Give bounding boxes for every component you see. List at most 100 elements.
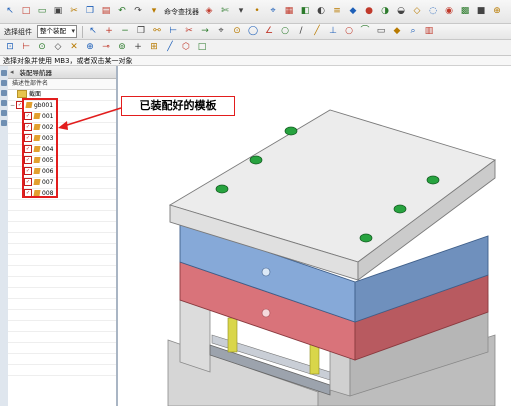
resource-tab-icon[interactable] bbox=[1, 70, 7, 76]
square-icon[interactable]: □ bbox=[195, 41, 209, 55]
arrow-icon[interactable]: → bbox=[198, 25, 212, 39]
trash-icon[interactable]: ▥ bbox=[422, 25, 436, 39]
chevron-down-icon[interactable]: ▾ bbox=[147, 5, 161, 19]
save-icon[interactable]: ▣ bbox=[51, 5, 65, 19]
contrast-icon[interactable]: ◑ bbox=[378, 5, 392, 19]
resource-tab-icon[interactable] bbox=[1, 80, 7, 86]
selection-filter-label: 选择组件 bbox=[4, 27, 32, 36]
empty-tree-row bbox=[8, 321, 116, 332]
intersection-icon[interactable]: ✕ bbox=[67, 41, 81, 55]
render-icon[interactable]: ◐ bbox=[314, 5, 328, 19]
midpoint-icon[interactable]: ⊢ bbox=[19, 41, 33, 55]
copy-icon[interactable]: ❐ bbox=[134, 25, 148, 39]
empty-tree-row bbox=[8, 266, 116, 277]
bounded-icon[interactable]: ⊞ bbox=[147, 41, 161, 55]
new-file-icon[interactable]: □ bbox=[19, 5, 33, 19]
support-block-left bbox=[179, 299, 211, 373]
box-icon[interactable]: ■ bbox=[474, 5, 488, 19]
empty-tree-row bbox=[8, 354, 116, 365]
zoom-icon[interactable]: ⊕ bbox=[490, 5, 504, 19]
navigator-title: 装配导航器 bbox=[19, 69, 53, 77]
pin-icon[interactable]: ⌕ bbox=[406, 25, 420, 39]
tangent-icon[interactable]: ⌒ bbox=[358, 25, 372, 39]
pin-icon[interactable]: ◂ bbox=[10, 68, 14, 76]
toolbar-separator bbox=[82, 25, 83, 38]
select-icon[interactable]: ↖ bbox=[86, 25, 100, 39]
polygon-icon[interactable]: ⬡ bbox=[179, 41, 193, 55]
cut-icon[interactable]: ✂ bbox=[67, 5, 81, 19]
wire-icon[interactable]: ◇ bbox=[410, 5, 424, 19]
circle-icon[interactable]: ○ bbox=[278, 25, 292, 39]
resource-tab-icon[interactable] bbox=[1, 100, 7, 106]
resource-tab-icon[interactable] bbox=[1, 90, 7, 96]
line-icon[interactable]: ╱ bbox=[163, 41, 177, 55]
screw-icon bbox=[249, 155, 263, 165]
angle-icon[interactable]: ∠ bbox=[262, 25, 276, 39]
slash-icon[interactable]: / bbox=[294, 25, 308, 39]
snap-icon[interactable]: ⌖ bbox=[266, 5, 280, 19]
command-finder-label[interactable]: 命令查找器 bbox=[164, 7, 199, 17]
mold-model bbox=[167, 109, 496, 407]
guide-hole bbox=[261, 267, 271, 277]
show-icon[interactable]: ◉ bbox=[442, 5, 456, 19]
empty-tree-row bbox=[8, 277, 116, 288]
empty-tree-row bbox=[8, 310, 116, 321]
line-icon[interactable]: ╱ bbox=[310, 25, 324, 39]
resource-tab-icon[interactable] bbox=[1, 110, 7, 116]
tree-row-label: 截面 bbox=[29, 91, 42, 98]
graphics-viewport[interactable] bbox=[118, 66, 511, 407]
view-icon[interactable]: ◧ bbox=[298, 5, 312, 19]
grid-icon[interactable]: ▦ bbox=[282, 5, 296, 19]
cube-icon[interactable]: ◆ bbox=[390, 25, 404, 39]
undo-icon[interactable]: ↶ bbox=[115, 5, 129, 19]
empty-tree-row bbox=[8, 332, 116, 343]
hide-icon[interactable]: ◌ bbox=[426, 5, 440, 19]
layer-icon[interactable]: ≡ bbox=[330, 5, 344, 19]
existing-point-icon[interactable]: + bbox=[131, 41, 145, 55]
arrow-cursor-icon[interactable]: ↖ bbox=[3, 5, 17, 19]
redo-icon[interactable]: ↷ bbox=[131, 5, 145, 19]
shade-icon[interactable]: ◒ bbox=[394, 5, 408, 19]
paste-icon[interactable]: ▤ bbox=[99, 5, 113, 19]
empty-tree-row bbox=[8, 255, 116, 266]
open-folder-icon[interactable]: ▭ bbox=[35, 5, 49, 19]
arc-center-icon[interactable]: ⊕ bbox=[83, 41, 97, 55]
lasso-icon[interactable]: ◯ bbox=[246, 25, 260, 39]
sphere-icon[interactable]: ● bbox=[362, 5, 376, 19]
empty-tree-row bbox=[8, 365, 116, 376]
target-icon[interactable]: ⊙ bbox=[230, 25, 244, 39]
chevron-down-icon[interactable]: ▾ bbox=[234, 5, 248, 19]
column-header-part-name[interactable]: 描述性部件名 bbox=[8, 79, 116, 90]
endpoint-icon[interactable]: ⊡ bbox=[3, 41, 17, 55]
screw-icon bbox=[284, 126, 298, 136]
point-on-face-icon[interactable]: ⊚ bbox=[115, 41, 129, 55]
empty-tree-row bbox=[8, 288, 116, 299]
empty-tree-row bbox=[8, 233, 116, 244]
point-icon[interactable]: • bbox=[250, 5, 264, 19]
scissors-icon[interactable]: ✄ bbox=[218, 5, 232, 19]
minus-icon[interactable]: − bbox=[118, 25, 132, 39]
annotation-callout: 已装配好的模板 bbox=[121, 96, 235, 116]
perpendicular-icon[interactable]: ⊥ bbox=[326, 25, 340, 39]
selection-toolbar: 选择组件 整个装配 ↖+−❐⚯⊢✂→⌖⊙◯∠○/╱⊥○⌒▭◆⌕▥ bbox=[0, 24, 511, 40]
screw-icon bbox=[359, 233, 373, 243]
point-on-curve-icon[interactable]: ⊸ bbox=[99, 41, 113, 55]
ruler-icon[interactable]: ▭ bbox=[374, 25, 388, 39]
tree-icon[interactable]: ⊢ bbox=[166, 25, 180, 39]
status-prompt: 选择对象并使用 MB3，或者双击某一对象 bbox=[0, 56, 511, 66]
resource-tab-icon[interactable] bbox=[1, 120, 7, 126]
quadrant-icon[interactable]: ◇ bbox=[51, 41, 65, 55]
plus-icon[interactable]: + bbox=[102, 25, 116, 39]
link-icon[interactable]: ⚯ bbox=[150, 25, 164, 39]
cut-icon[interactable]: ✂ bbox=[182, 25, 196, 39]
checker-icon[interactable]: ▩ bbox=[458, 5, 472, 19]
snap-icon[interactable]: ⌖ bbox=[214, 25, 228, 39]
cube-icon[interactable]: ◆ bbox=[346, 5, 360, 19]
circle-icon[interactable]: ○ bbox=[342, 25, 356, 39]
guide-hole bbox=[261, 308, 271, 318]
mold-wizard-icon[interactable]: ◈ bbox=[202, 5, 216, 19]
empty-tree-row bbox=[8, 211, 116, 222]
center-icon[interactable]: ⊙ bbox=[35, 41, 49, 55]
assembly-scope-dropdown[interactable]: 整个装配 bbox=[37, 25, 77, 38]
copy-icon[interactable]: ❐ bbox=[83, 5, 97, 19]
